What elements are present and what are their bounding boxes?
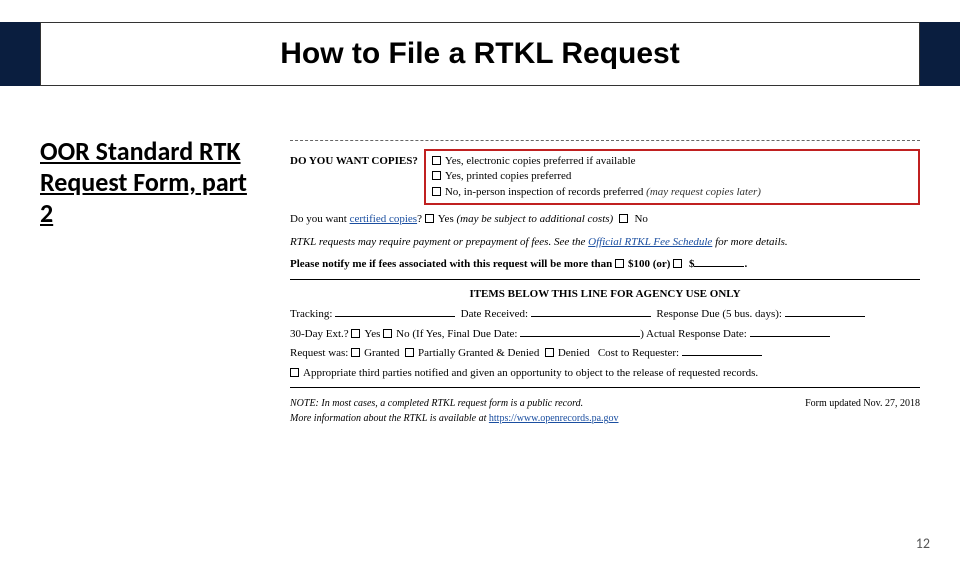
copies-option-3-text: No, in-person inspection of records pref… — [445, 186, 646, 198]
extension-row: 30-Day Ext.? Yes No (If Yes, Final Due D… — [290, 326, 920, 343]
note-2a: More information about the RTKL is avail… — [290, 413, 489, 424]
third-party-text: Appropriate third parties notified and g… — [303, 367, 758, 379]
copies-option-3-note: (may request copies later) — [646, 186, 761, 198]
checkbox-icon[interactable] — [615, 259, 624, 268]
fill-date-received[interactable] — [531, 307, 651, 317]
copies-option-3: No, in-person inspection of records pref… — [432, 185, 910, 200]
checkbox-icon[interactable] — [351, 329, 360, 338]
checkbox-icon[interactable] — [432, 171, 441, 180]
tracking-label: Tracking: — [290, 308, 332, 320]
copies-option-2: Yes, printed copies preferred — [432, 169, 910, 184]
fill-cost[interactable] — [682, 346, 762, 356]
certified-no: No — [632, 213, 648, 225]
checkbox-icon[interactable] — [405, 348, 414, 357]
notify-row: Please notify me if fees associated with… — [290, 256, 920, 273]
fee-schedule-link[interactable]: Official RTKL Fee Schedule — [588, 236, 712, 248]
note-1: NOTE: In most cases, a completed RTKL re… — [290, 396, 805, 411]
date-received-label: Date Received: — [461, 308, 529, 320]
fill-response-due[interactable] — [785, 307, 865, 317]
copies-question-row: DO YOU WANT COPIES? Yes, electronic copi… — [290, 149, 920, 205]
granted-label: Granted — [364, 347, 399, 359]
openrecords-link[interactable]: https://www.openrecords.pa.gov — [489, 413, 619, 424]
checkbox-icon[interactable] — [290, 368, 299, 377]
ext-label: 30-Day Ext.? — [290, 328, 349, 340]
copies-options-highlight: Yes, electronic copies preferred if avai… — [424, 149, 920, 205]
checkbox-icon[interactable] — [432, 156, 441, 165]
form-excerpt: DO YOU WANT COPIES? Yes, electronic copi… — [290, 136, 920, 426]
fees-row: RTKL requests may require payment or pre… — [290, 234, 920, 251]
fees-text-b: for more details. — [712, 236, 787, 248]
checkbox-icon[interactable] — [351, 348, 360, 357]
copies-option-1: Yes, electronic copies preferred if avai… — [432, 154, 910, 169]
denied-label: Denied — [558, 347, 590, 359]
ext-yes: Yes — [364, 328, 380, 340]
fill-tracking[interactable] — [335, 307, 455, 317]
notify-blank-prefix: $ — [686, 258, 694, 270]
tracking-row: Tracking: Date Received: Response Due (5… — [290, 306, 920, 323]
third-party-row: Appropriate third parties notified and g… — [290, 365, 920, 382]
checkbox-icon[interactable] — [425, 214, 434, 223]
cost-label: Cost to Requester: — [598, 347, 679, 359]
page-number: 12 — [916, 535, 930, 552]
checkbox-icon[interactable] — [545, 348, 554, 357]
notify-text: Please notify me if fees associated with… — [290, 258, 612, 270]
footer-note-row: NOTE: In most cases, a completed RTKL re… — [290, 396, 920, 426]
notify-or: (or) — [653, 258, 671, 270]
divider-solid-2 — [290, 387, 920, 388]
checkbox-icon[interactable] — [432, 187, 441, 196]
actual-label: ) Actual Response Date: — [640, 328, 747, 340]
copies-label: DO YOU WANT COPIES? — [290, 149, 418, 170]
divider-solid — [290, 279, 920, 280]
slide-title: How to File a RTKL Request — [40, 22, 920, 86]
certified-row: Do you want certified copies? Yes (may b… — [290, 211, 920, 228]
checkbox-icon[interactable] — [383, 329, 392, 338]
subtitle: OOR Standard RTK Request Form, part 2 — [40, 136, 260, 426]
note-2: More information about the RTKL is avail… — [290, 411, 805, 426]
divider-dashed — [290, 140, 920, 141]
title-bar: How to File a RTKL Request — [0, 22, 960, 86]
response-due-label: Response Due (5 bus. days): — [656, 308, 782, 320]
note-left: NOTE: In most cases, a completed RTKL re… — [290, 396, 805, 426]
certified-prefix: Do you want — [290, 213, 350, 225]
ext-no: No (If Yes, Final Due Date: — [396, 328, 517, 340]
copies-option-2-text: Yes, printed copies preferred — [445, 170, 572, 182]
notify-100: $100 — [628, 258, 653, 270]
certified-copies-link[interactable]: certified copies — [350, 213, 418, 225]
request-was-label: Request was: — [290, 347, 348, 359]
checkbox-icon[interactable] — [673, 259, 682, 268]
certified-yes-note: (may be subject to additional costs) — [456, 213, 613, 225]
certified-yes: Yes — [438, 213, 457, 225]
fees-text-a: RTKL requests may require payment or pre… — [290, 236, 588, 248]
partial-label: Partially Granted & Denied — [418, 347, 539, 359]
checkbox-icon[interactable] — [619, 214, 628, 223]
form-updated: Form updated Nov. 27, 2018 — [805, 396, 920, 426]
disposition-row: Request was: Granted Partially Granted &… — [290, 345, 920, 362]
fill-amount[interactable] — [694, 257, 744, 267]
fill-actual-date[interactable] — [750, 327, 830, 337]
agency-only-header: ITEMS BELOW THIS LINE FOR AGENCY USE ONL… — [290, 286, 920, 303]
certified-suffix: ? — [417, 213, 425, 225]
fill-final-due[interactable] — [520, 327, 640, 337]
copies-option-1-text: Yes, electronic copies preferred if avai… — [445, 155, 636, 167]
content-area: OOR Standard RTK Request Form, part 2 DO… — [0, 116, 960, 426]
